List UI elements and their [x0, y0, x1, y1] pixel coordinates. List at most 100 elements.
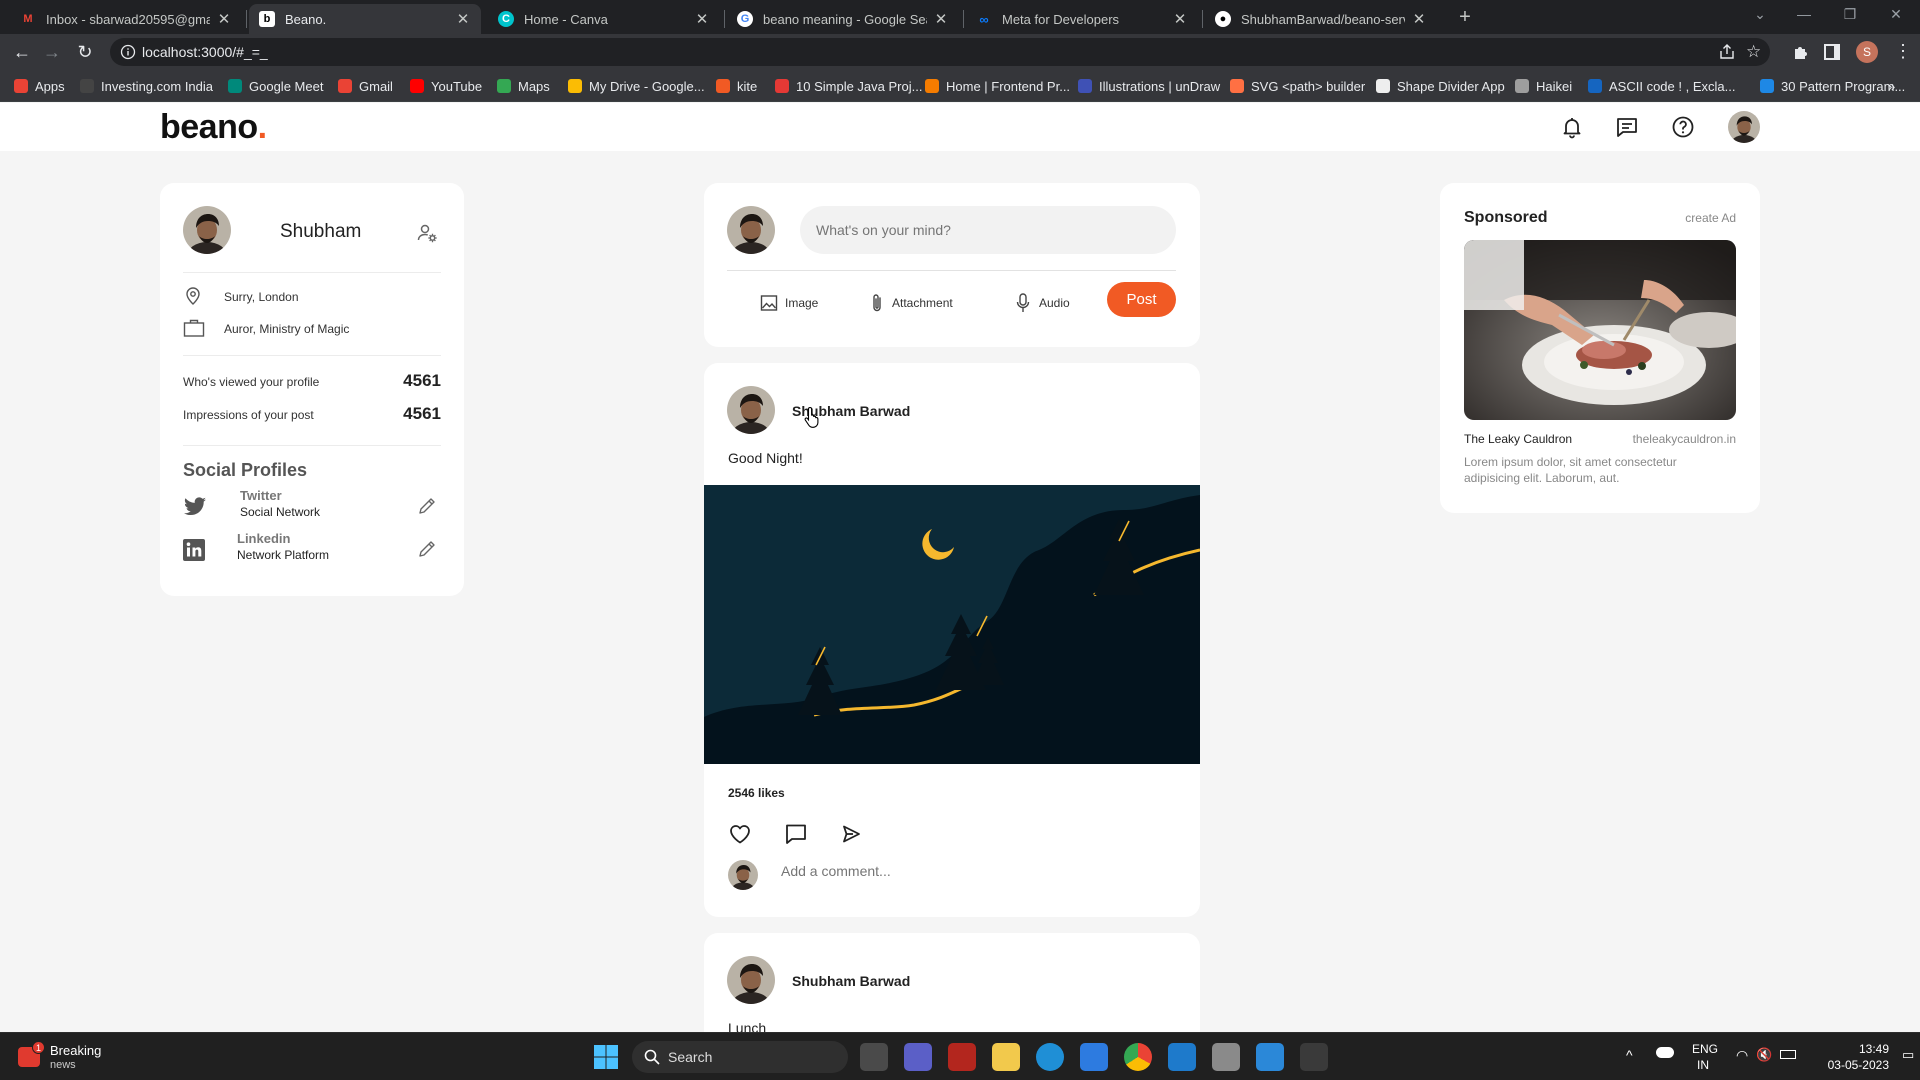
clock-time[interactable]: 13:49: [1819, 1042, 1889, 1056]
manage-account-icon[interactable]: [415, 221, 439, 245]
bookmark-item[interactable]: Maps: [497, 77, 550, 95]
post-input[interactable]: [800, 206, 1176, 254]
create-ad-link[interactable]: create Ad: [1685, 211, 1736, 225]
messages-icon[interactable]: [1615, 115, 1639, 139]
bookmark-item[interactable]: Home | Frontend Pr...: [925, 77, 1070, 95]
restore-button[interactable]: ❐: [1838, 6, 1862, 23]
region-code[interactable]: IN: [1697, 1058, 1709, 1072]
app-icon[interactable]: [1256, 1043, 1284, 1071]
profile-avatar-button[interactable]: S: [1856, 41, 1878, 63]
like-heart-icon[interactable]: [728, 822, 754, 848]
image-button[interactable]: Image: [760, 291, 818, 315]
browser-menu-icon[interactable]: ⋮: [1894, 41, 1912, 62]
bookmark-item[interactable]: ASCII code ! , Excla...: [1588, 77, 1735, 95]
user-avatar[interactable]: [1728, 111, 1760, 143]
bookmark-star-icon[interactable]: ☆: [1746, 42, 1761, 62]
file-explorer-icon[interactable]: [992, 1043, 1020, 1071]
bookmark-item[interactable]: My Drive - Google...: [568, 77, 705, 95]
notification-bell-icon[interactable]: [1560, 115, 1584, 139]
microsoft-store-icon[interactable]: [1080, 1043, 1108, 1071]
share-icon[interactable]: [1718, 43, 1736, 61]
audio-button[interactable]: Audio: [1016, 291, 1070, 315]
edit-linkedin-icon[interactable]: [417, 539, 437, 559]
side-panel-icon[interactable]: [1824, 44, 1840, 60]
address-bar[interactable]: localhost:3000/#_=_ ☆: [110, 38, 1770, 66]
bookmark-item[interactable]: 10 Simple Java Proj...: [775, 77, 922, 95]
chrome-icon[interactable]: [1124, 1043, 1152, 1071]
bookmark-item[interactable]: Gmail: [338, 77, 393, 95]
tab-google-search[interactable]: G beano meaning - Google Search ✕: [727, 4, 959, 34]
post-image[interactable]: [704, 485, 1200, 764]
post-author-avatar[interactable]: [727, 956, 775, 1004]
attachment-button[interactable]: Attachment: [871, 291, 953, 315]
comment-icon[interactable]: [784, 822, 810, 848]
comment-input[interactable]: [781, 863, 1161, 879]
wifi-icon[interactable]: ◠: [1736, 1047, 1748, 1064]
help-icon[interactable]: [1671, 115, 1695, 139]
location-pin-icon: [183, 286, 203, 306]
profile-avatar[interactable]: [183, 206, 231, 254]
tab-close-icon[interactable]: ✕: [1411, 10, 1427, 28]
tray-chevron-icon[interactable]: ^: [1626, 1047, 1633, 1063]
edge-icon[interactable]: [1036, 1043, 1064, 1071]
extensions-icon[interactable]: [1792, 43, 1810, 61]
bookmark-item[interactable]: Investing.com India: [80, 77, 213, 95]
bookmark-item[interactable]: 30 Pattern Program...: [1760, 77, 1905, 95]
bookmark-item[interactable]: Apps: [14, 77, 65, 95]
likes-count[interactable]: 2546 likes: [728, 786, 785, 800]
tab-close-icon[interactable]: ✕: [455, 10, 471, 28]
windows-start-icon[interactable]: [592, 1043, 620, 1071]
game-app-icon[interactable]: [948, 1043, 976, 1071]
bookmark-item[interactable]: SVG <path> builder: [1230, 77, 1365, 95]
news-widget[interactable]: 1 Breaking news: [18, 1041, 178, 1075]
app-icon[interactable]: [1212, 1043, 1240, 1071]
site-info-icon[interactable]: [120, 44, 136, 60]
tab-close-icon[interactable]: ✕: [216, 10, 232, 28]
language-code[interactable]: ENG: [1692, 1042, 1718, 1056]
back-button[interactable]: ←: [12, 42, 32, 62]
bookmark-item[interactable]: Google Meet: [228, 77, 323, 95]
volume-muted-icon[interactable]: 🔇: [1756, 1047, 1772, 1063]
tab-meta[interactable]: ∞ Meta for Developers ✕: [966, 4, 1198, 34]
vscode-icon[interactable]: [1168, 1043, 1196, 1071]
onedrive-icon[interactable]: [1656, 1047, 1674, 1058]
bookmark-item[interactable]: YouTube: [410, 77, 482, 95]
close-window-button[interactable]: ✕: [1884, 6, 1908, 23]
bookmarks-overflow-icon[interactable]: »: [1888, 77, 1895, 95]
briefcase-icon: [183, 318, 205, 338]
teams-icon[interactable]: [904, 1043, 932, 1071]
tab-close-icon[interactable]: ✕: [933, 10, 949, 28]
tab-beano[interactable]: b Beano. ✕: [249, 4, 481, 34]
taskbar-search[interactable]: Search: [632, 1041, 848, 1073]
minimize-button[interactable]: —: [1792, 6, 1816, 22]
sponsored-image[interactable]: [1464, 240, 1736, 420]
reload-button[interactable]: ↻: [75, 42, 95, 62]
bookmark-item[interactable]: kite: [716, 77, 757, 95]
clock-date[interactable]: 03-05-2023: [1809, 1058, 1889, 1072]
edit-twitter-icon[interactable]: [417, 496, 437, 516]
tab-canva[interactable]: C Home - Canva ✕: [488, 4, 720, 34]
beano-logo[interactable]: beano.: [160, 108, 267, 147]
bookmark-item[interactable]: Haikei: [1515, 77, 1572, 95]
bookmark-item[interactable]: Shape Divider App: [1376, 77, 1505, 95]
tab-close-icon[interactable]: ✕: [1172, 10, 1188, 28]
post-button[interactable]: Post: [1107, 282, 1176, 317]
tab-gmail[interactable]: M Inbox - sbarwad20595@gmail.co ✕: [10, 4, 242, 34]
tab-github[interactable]: ● ShubhamBarwad/beano-services ✕: [1205, 4, 1437, 34]
battery-icon[interactable]: [1780, 1050, 1796, 1059]
tab-close-icon[interactable]: ✕: [694, 10, 710, 28]
share-send-icon[interactable]: [839, 822, 865, 848]
task-view-icon[interactable]: [860, 1043, 888, 1071]
post-author-name[interactable]: Shubham Barwad: [792, 973, 910, 989]
post-author-avatar[interactable]: [727, 386, 775, 434]
forward-button[interactable]: →: [42, 42, 62, 62]
tab-search-chevron-icon[interactable]: ⌄: [1748, 6, 1772, 23]
composer-avatar: [727, 206, 775, 254]
sponsor-name[interactable]: The Leaky Cauldron: [1464, 432, 1572, 446]
notifications-icon[interactable]: ▭: [1902, 1047, 1914, 1063]
active-app-icon[interactable]: [1300, 1043, 1328, 1071]
bookmark-item[interactable]: Illustrations | unDraw: [1078, 77, 1220, 95]
new-tab-button[interactable]: +: [1455, 6, 1475, 29]
sponsor-url[interactable]: theleakycauldron.in: [1633, 432, 1736, 446]
bookmark-favicon-icon: [228, 79, 242, 93]
